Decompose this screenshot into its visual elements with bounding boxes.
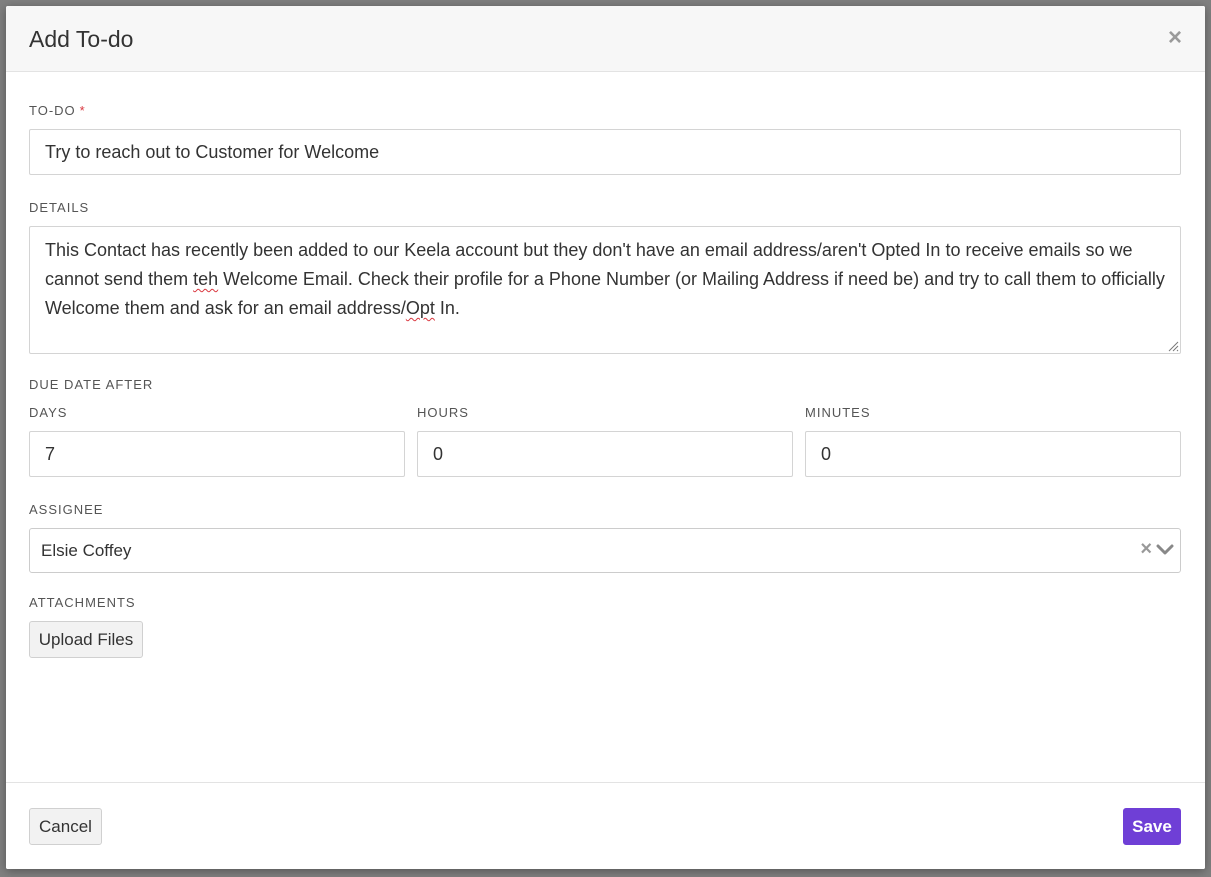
minutes-input[interactable]: 0 (805, 431, 1181, 477)
close-icon[interactable]: × (1163, 24, 1187, 52)
resize-grip-icon[interactable] (1167, 340, 1179, 352)
todo-label: TO-DO * (29, 103, 86, 119)
required-marker: * (79, 103, 86, 118)
days-input[interactable]: 7 (29, 431, 405, 477)
details-misspelled-word: Opt (405, 298, 435, 318)
details-misspelled-word: teh (193, 269, 219, 289)
todo-label-text: TO-DO (29, 103, 76, 118)
due-date-label: DUE DATE AFTER (29, 377, 154, 392)
save-button[interactable]: Save (1123, 808, 1181, 845)
cancel-button[interactable]: Cancel (29, 808, 102, 845)
assignee-select[interactable]: Elsie Coffey × (29, 528, 1181, 573)
details-label: DETAILS (29, 200, 90, 215)
hours-input[interactable]: 0 (417, 431, 793, 477)
assignee-label: ASSIGNEE (29, 502, 104, 517)
details-textarea[interactable]: This Contact has recently been added to … (29, 226, 1181, 354)
modal-footer: Cancel Save (6, 782, 1205, 869)
modal-header: Add To-do × (6, 6, 1205, 72)
days-label: DAYS (29, 405, 68, 420)
upload-files-button[interactable]: Upload Files (29, 621, 143, 658)
modal-title: Add To-do (29, 26, 134, 52)
hours-label: HOURS (417, 405, 469, 420)
minutes-label: MINUTES (805, 405, 871, 420)
todo-input[interactable]: Try to reach out to Customer for Welcome (29, 129, 1181, 175)
details-text-3: In. (434, 298, 460, 318)
add-todo-modal: Add To-do × TO-DO * Try to reach out to C… (6, 6, 1205, 869)
clear-selection-icon[interactable]: × (1140, 537, 1152, 561)
chevron-down-icon[interactable] (1156, 543, 1174, 557)
assignee-selected-value: Elsie Coffey (41, 541, 132, 560)
attachments-label: ATTACHMENTS (29, 595, 136, 610)
